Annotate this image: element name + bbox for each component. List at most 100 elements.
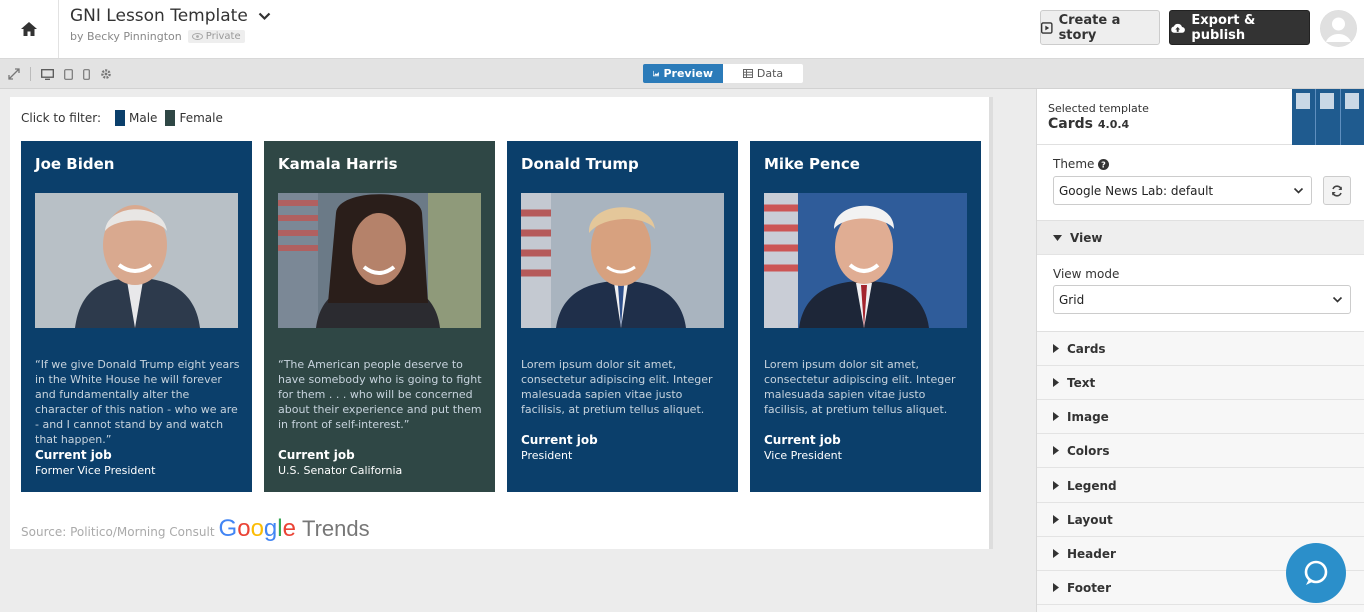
section-header-label: Header: [1067, 546, 1116, 561]
template-name: Cards 4.0.4: [1048, 116, 1129, 132]
filter-male-label: Male: [129, 111, 158, 125]
create-story-button[interactable]: Create a story: [1040, 10, 1160, 45]
section-colors-label: Colors: [1067, 443, 1110, 458]
refresh-icon: [1332, 184, 1342, 197]
source-footer: Source: Politico/Morning Consult Google …: [21, 517, 370, 541]
expand-icon[interactable]: [8, 68, 20, 80]
section-view-label: View: [1070, 230, 1103, 245]
tablet-icon[interactable]: [64, 68, 73, 80]
card-job-label: Current job: [35, 448, 112, 462]
caret-right-icon: [1053, 344, 1059, 353]
thumbnail-card: [1316, 89, 1341, 145]
card-name: Kamala Harris: [278, 155, 398, 173]
theme-label: Theme ?: [1053, 157, 1110, 171]
card-job-value: President: [521, 449, 573, 462]
card-quote: Lorem ipsum dolor sit amet, consectetur …: [521, 358, 713, 416]
tab-data-label: Data: [756, 67, 784, 80]
document-title[interactable]: GNI Lesson Template: [70, 6, 271, 26]
card-quote: “The American people deserve to have som…: [278, 358, 482, 431]
card-name: Mike Pence: [764, 155, 860, 173]
view-mode-select[interactable]: Grid: [1053, 285, 1351, 314]
eye-icon: [191, 33, 203, 40]
selected-template[interactable]: Selected template Cards 4.0.4: [1037, 89, 1364, 145]
filter-female[interactable]: Female: [165, 110, 223, 126]
thumbnail-card: [1292, 89, 1317, 145]
card-kamala-harris[interactable]: Kamala Harris “The American people deser…: [264, 141, 495, 492]
privacy-text: Private: [205, 31, 241, 42]
settings-sidebar: Selected template Cards 4.0.4 Theme ? Go…: [1036, 89, 1364, 612]
section-cards[interactable]: Cards: [1037, 332, 1364, 366]
thumbnail-card: [1341, 89, 1364, 145]
card-name: Joe Biden: [35, 155, 115, 173]
gear-icon[interactable]: [100, 68, 112, 80]
card-quote: “If we give Donald Trump eight years in …: [35, 358, 240, 446]
section-view[interactable]: View: [1037, 221, 1364, 255]
refresh-theme-button[interactable]: [1323, 176, 1351, 205]
source-text: Source: Politico/Morning Consult: [21, 525, 215, 539]
top-bar: GNI Lesson Template by Becky Pinnington …: [0, 0, 1364, 59]
section-text-label: Text: [1067, 375, 1096, 390]
user-avatar[interactable]: [1320, 10, 1357, 47]
tab-preview[interactable]: Preview: [643, 64, 723, 83]
chat-bubble-icon: [1304, 560, 1328, 585]
tab-preview-label: Preview: [663, 67, 713, 80]
section-legend[interactable]: Legend: [1037, 469, 1364, 503]
table-icon: [742, 69, 753, 78]
home-button[interactable]: [0, 0, 59, 58]
home-icon: [21, 22, 37, 36]
card-job-label: Current job: [764, 433, 841, 447]
toolbar-divider: [30, 67, 31, 81]
theme-label-text: Theme: [1053, 157, 1095, 171]
chevron-down-icon: [1332, 296, 1343, 303]
chart-area-icon: [653, 70, 660, 77]
card-job-label: Current job: [521, 433, 598, 447]
theme-section: Theme ? Google News Lab: default: [1037, 145, 1364, 221]
card-name: Donald Trump: [521, 155, 639, 173]
export-label: Export & publish: [1191, 12, 1256, 43]
card-donald-trump[interactable]: Donald Trump Lorem ipsum dolor sit amet,…: [507, 141, 738, 492]
section-text[interactable]: Text: [1037, 366, 1364, 400]
section-cards-label: Cards: [1067, 341, 1106, 356]
card-job-value: Former Vice President: [35, 464, 156, 477]
female-swatch: [165, 110, 176, 126]
chevron-down-icon[interactable]: [258, 12, 271, 21]
google-logo-word: Google: [218, 515, 296, 542]
filter-row: Click to filter: Male Female: [21, 110, 223, 126]
section-layout-label: Layout: [1067, 512, 1113, 527]
template-thumbnail: [1292, 89, 1364, 145]
card-photo: [35, 193, 238, 328]
document-title-text: GNI Lesson Template: [70, 6, 248, 26]
create-story-label: Create a story: [1058, 12, 1121, 43]
theme-select[interactable]: Google News Lab: default: [1053, 176, 1312, 205]
filter-male[interactable]: Male: [115, 110, 157, 126]
template-version: 4.0.4: [1097, 118, 1130, 131]
desktop-icon[interactable]: [41, 68, 54, 80]
section-image[interactable]: Image: [1037, 400, 1364, 434]
caret-right-icon: [1053, 549, 1059, 558]
filter-label: Click to filter:: [21, 111, 102, 125]
author-text: by Becky Pinnington: [70, 30, 182, 43]
privacy-badge: Private: [187, 30, 245, 43]
svg-text:?: ?: [1102, 160, 1107, 169]
caret-right-icon: [1053, 481, 1059, 490]
mobile-icon[interactable]: [83, 68, 90, 80]
user-icon: [1320, 10, 1357, 47]
preview-data-toggle: Preview Data: [643, 64, 803, 83]
view-mode-label: View mode: [1053, 267, 1120, 281]
preview-toolbar: Preview Data: [0, 59, 1364, 89]
card-photo: [764, 193, 967, 328]
title-block: GNI Lesson Template by Becky Pinnington …: [70, 6, 271, 43]
card-job-value: Vice President: [764, 449, 842, 462]
view-mode-value: Grid: [1059, 292, 1085, 307]
export-publish-button[interactable]: Export & publish: [1169, 10, 1310, 45]
section-layout[interactable]: Layout: [1037, 503, 1364, 537]
chat-support-button[interactable]: [1286, 543, 1346, 603]
card-quote: Lorem ipsum dolor sit amet, consectetur …: [764, 358, 956, 416]
card-mike-pence[interactable]: Mike Pence Lorem ipsum dolor sit amet, c…: [750, 141, 981, 492]
help-icon[interactable]: ?: [1098, 158, 1110, 170]
card-joe-biden[interactable]: Joe Biden “If we give Donald Trump eight…: [21, 141, 252, 492]
caret-right-icon: [1053, 515, 1059, 524]
caret-right-icon: [1053, 412, 1059, 421]
tab-data[interactable]: Data: [723, 64, 803, 83]
section-colors[interactable]: Colors: [1037, 434, 1364, 468]
